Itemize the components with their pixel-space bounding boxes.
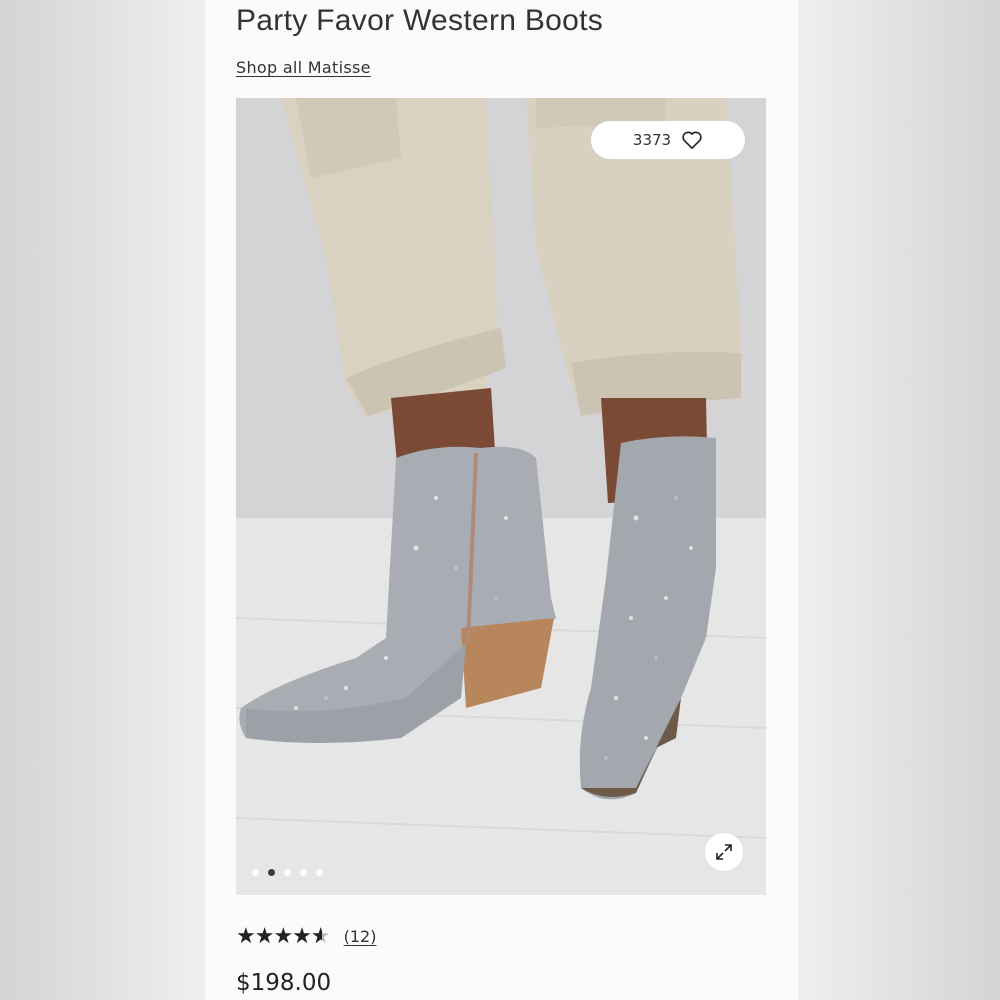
heart-icon: [681, 130, 703, 150]
star-rating: ★★★★★ ★: [236, 924, 331, 949]
right-backdrop: [798, 0, 1000, 1000]
gallery-dot[interactable]: [252, 869, 259, 876]
expand-icon: [716, 844, 732, 860]
review-count-link[interactable]: (12): [344, 927, 377, 946]
left-backdrop: [0, 0, 205, 1000]
gallery-dot[interactable]: [300, 869, 307, 876]
gallery-dot[interactable]: [316, 869, 323, 876]
product-title: Party Favor Western Boots: [236, 4, 604, 37]
product-card: Party Favor Western Boots Shop all Matis…: [205, 0, 798, 1000]
like-count: 3373: [632, 131, 672, 149]
expand-image-button[interactable]: [705, 833, 743, 871]
gallery-dot[interactable]: [284, 869, 291, 876]
like-button[interactable]: 3373: [591, 121, 745, 159]
gallery-dot-active[interactable]: [268, 869, 275, 876]
shop-all-brand-link[interactable]: Shop all Matisse: [236, 58, 371, 77]
product-photo-illustration: [236, 98, 766, 895]
gallery-pagination: [252, 869, 323, 876]
product-price: $198.00: [236, 970, 332, 996]
product-image[interactable]: 3373: [236, 98, 766, 895]
rating-row: ★★★★★ ★ (12): [236, 924, 376, 949]
